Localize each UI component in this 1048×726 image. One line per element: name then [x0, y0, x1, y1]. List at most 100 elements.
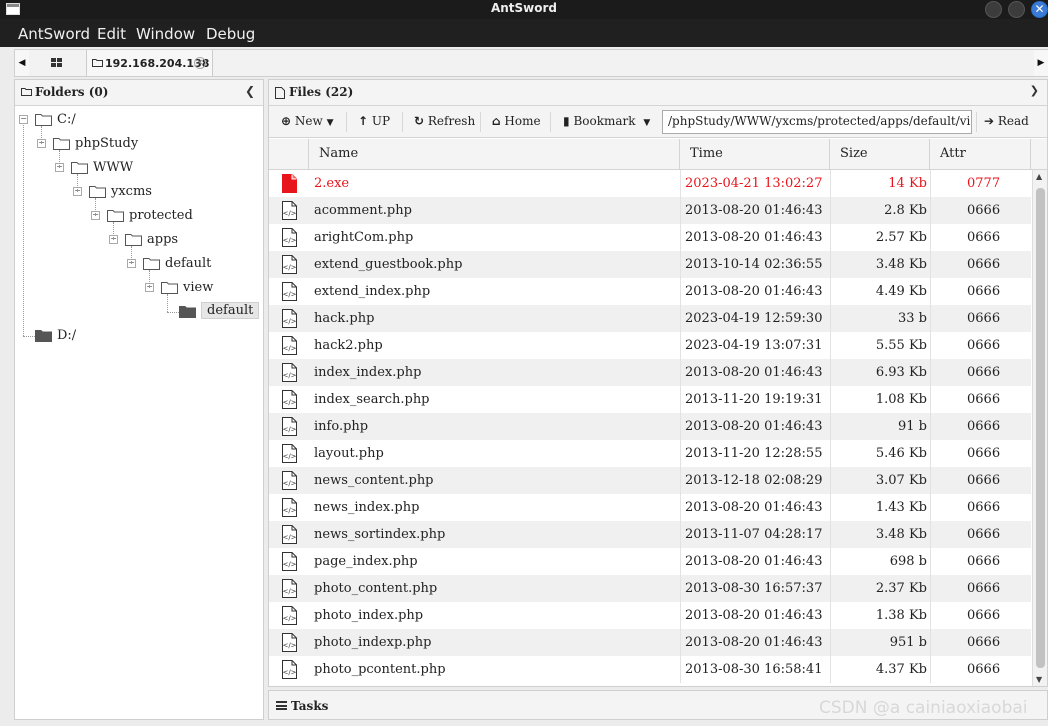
file-name: hack2.php — [314, 338, 383, 353]
file-time: 2013-08-20 01:46:43 — [685, 365, 823, 380]
bookmark-button[interactable]: ▮ Bookmark ▼ — [563, 114, 650, 128]
menu-window[interactable]: Window — [136, 25, 195, 43]
column-divider — [930, 467, 931, 494]
file-attr: 0666 — [967, 608, 1001, 623]
table-row[interactable]: </> hack2.php 2023-04-19 13:07:31 5.55 Kb 06… — [269, 332, 1031, 359]
caret-down-icon: ▼ — [326, 118, 334, 128]
collapse-toggle-icon[interactable]: − — [19, 115, 28, 124]
scrollbar-thumb[interactable] — [1036, 188, 1045, 668]
column-divider — [680, 359, 681, 386]
scroll-up-icon[interactable]: ▲ — [1036, 172, 1042, 181]
path-input[interactable]: /phpStudy/WWW/yxcms/protected/apps/defau… — [662, 110, 972, 134]
column-divider — [680, 305, 681, 332]
file-time: 2023-04-21 13:02:27 — [685, 176, 823, 191]
svg-text:</>: </> — [282, 399, 296, 407]
tree-node-label: view — [183, 280, 214, 295]
up-button[interactable]: ↑ UP — [358, 114, 390, 128]
tab-home-grid[interactable] — [31, 50, 87, 76]
table-row[interactable]: </> photo_pcontent.php 2013-08-30 16:58:41… — [269, 656, 1031, 683]
column-size[interactable]: Size — [830, 139, 930, 169]
table-row[interactable]: </> info.php 2013-08-20 01:46:43 91 b 0666 — [269, 413, 1031, 440]
folders-panel: Folders (0) ❮ − C:/− phpStudy − WWW − yxcms − pr… — [14, 79, 264, 720]
column-divider — [680, 521, 681, 548]
menu-bar: AntSword Edit Window Debug — [0, 19, 1048, 47]
exe-file-icon — [281, 174, 298, 197]
file-size: 1.43 Kb — [875, 500, 927, 515]
folder-icon — [143, 257, 160, 274]
column-divider — [680, 197, 681, 224]
refresh-button[interactable]: ↻ Refresh — [414, 114, 475, 128]
arrow-right-icon: ➔ — [984, 114, 995, 128]
icon-column-header — [269, 139, 309, 169]
file-time: 2023-04-19 13:07:31 — [685, 338, 823, 353]
file-time: 2013-08-30 16:57:37 — [685, 581, 823, 596]
tab-scroll-right-icon[interactable]: ▶ — [1034, 50, 1048, 76]
tree-node-label: WWW — [93, 160, 134, 175]
table-row[interactable]: </> index_search.php 2013-11-20 19:19:31 1.… — [269, 386, 1031, 413]
menu-edit[interactable]: Edit — [97, 25, 126, 43]
table-row[interactable]: </> extend_index.php 2013-08-20 01:46:43 4.… — [269, 278, 1031, 305]
table-row[interactable]: </> layout.php 2013-11-20 12:28:55 5.46 Kb 0… — [269, 440, 1031, 467]
svg-text:</>: </> — [282, 453, 296, 461]
table-row[interactable]: </> news_index.php 2013-08-20 01:46:43 1.43… — [269, 494, 1031, 521]
column-divider — [930, 224, 931, 251]
table-row[interactable]: </> page_index.php 2013-08-20 01:46:43 698 … — [269, 548, 1031, 575]
file-attr: 0666 — [967, 284, 1001, 299]
table-row[interactable]: </> photo_indexp.php 2013-08-20 01:46:43 95… — [269, 629, 1031, 656]
table-row[interactable]: </> photo_index.php 2013-08-20 01:46:43 1.3… — [269, 602, 1031, 629]
column-divider — [930, 278, 931, 305]
table-row[interactable]: </> news_content.php 2013-12-18 02:08:29 3.… — [269, 467, 1031, 494]
read-button[interactable]: ➔ Read — [984, 114, 1029, 128]
file-attr: 0666 — [967, 635, 1001, 650]
table-row[interactable]: </> extend_guestbook.php 2013-10-14 02:36:… — [269, 251, 1031, 278]
tree-connector — [167, 294, 168, 312]
column-attr[interactable]: Attr — [930, 139, 1031, 169]
close-button[interactable]: ✕ — [1031, 1, 1048, 18]
svg-text:</>: </> — [282, 642, 296, 650]
table-row[interactable]: </> hack.php 2023-04-19 12:59:30 33 b 0666 — [269, 305, 1031, 332]
svg-text:</>: </> — [282, 480, 296, 488]
folder-icon — [35, 329, 52, 346]
scroll-down-icon[interactable]: ▼ — [1036, 675, 1042, 684]
folders-header: Folders (0) ❮ — [15, 80, 263, 106]
column-time[interactable]: Time — [680, 139, 830, 169]
file-time: 2013-11-20 19:19:31 — [685, 392, 823, 407]
minimize-button[interactable] — [985, 1, 1002, 18]
tasks-title: Tasks — [291, 699, 329, 713]
home-label: Home — [504, 114, 541, 128]
file-size: 4.37 Kb — [875, 662, 927, 677]
up-label: UP — [371, 114, 391, 128]
maximize-button[interactable] — [1008, 1, 1025, 18]
table-row[interactable]: </> arightCom.php 2013-08-20 01:46:43 2.57 … — [269, 224, 1031, 251]
menu-antsword[interactable]: AntSword — [18, 25, 90, 43]
tab-scroll-left-icon[interactable]: ◀ — [15, 50, 29, 76]
column-name[interactable]: Name — [309, 139, 680, 169]
plus-circle-icon: ⊕ — [281, 114, 292, 128]
php-file-icon: </> — [281, 228, 298, 251]
menu-debug[interactable]: Debug — [206, 25, 255, 43]
file-time: 2013-08-20 01:46:43 — [685, 554, 823, 569]
php-file-icon: </> — [281, 444, 298, 467]
collapse-files-icon[interactable]: ❯ — [1030, 84, 1039, 97]
tab-close-icon[interactable]: ✕ — [194, 57, 206, 69]
tree-connector — [23, 336, 35, 337]
file-name: index_index.php — [314, 365, 422, 380]
collapse-panel-icon[interactable]: ❮ — [245, 84, 255, 98]
tab-host[interactable]: 192.168.204.138 ✕ — [87, 50, 213, 76]
column-divider — [680, 440, 681, 467]
column-divider — [930, 548, 931, 575]
new-label: New — [294, 114, 323, 128]
table-row[interactable]: </> news_sortindex.php 2013-11-07 04:28:17… — [269, 521, 1031, 548]
files-scrollbar[interactable]: ▲ ▼ — [1032, 170, 1047, 686]
table-row[interactable]: </> photo_content.php 2013-08-30 16:57:37 2… — [269, 575, 1031, 602]
table-row[interactable]: </> index_index.php 2013-08-20 01:46:43 6.9… — [269, 359, 1031, 386]
folder-icon — [53, 137, 70, 154]
new-button[interactable]: ⊕ New ▼ — [281, 114, 334, 128]
file-name: info.php — [314, 419, 369, 434]
table-row[interactable]: 2.exe 2023-04-21 13:02:27 14 Kb 0777 — [269, 170, 1031, 197]
table-row[interactable]: </> acomment.php 2013-08-20 01:46:43 2.8 Kb… — [269, 197, 1031, 224]
home-button[interactable]: ⌂ Home — [492, 114, 541, 128]
files-title: Files (22) — [289, 85, 354, 99]
file-time: 2013-08-20 01:46:43 — [685, 635, 823, 650]
column-divider — [930, 575, 931, 602]
